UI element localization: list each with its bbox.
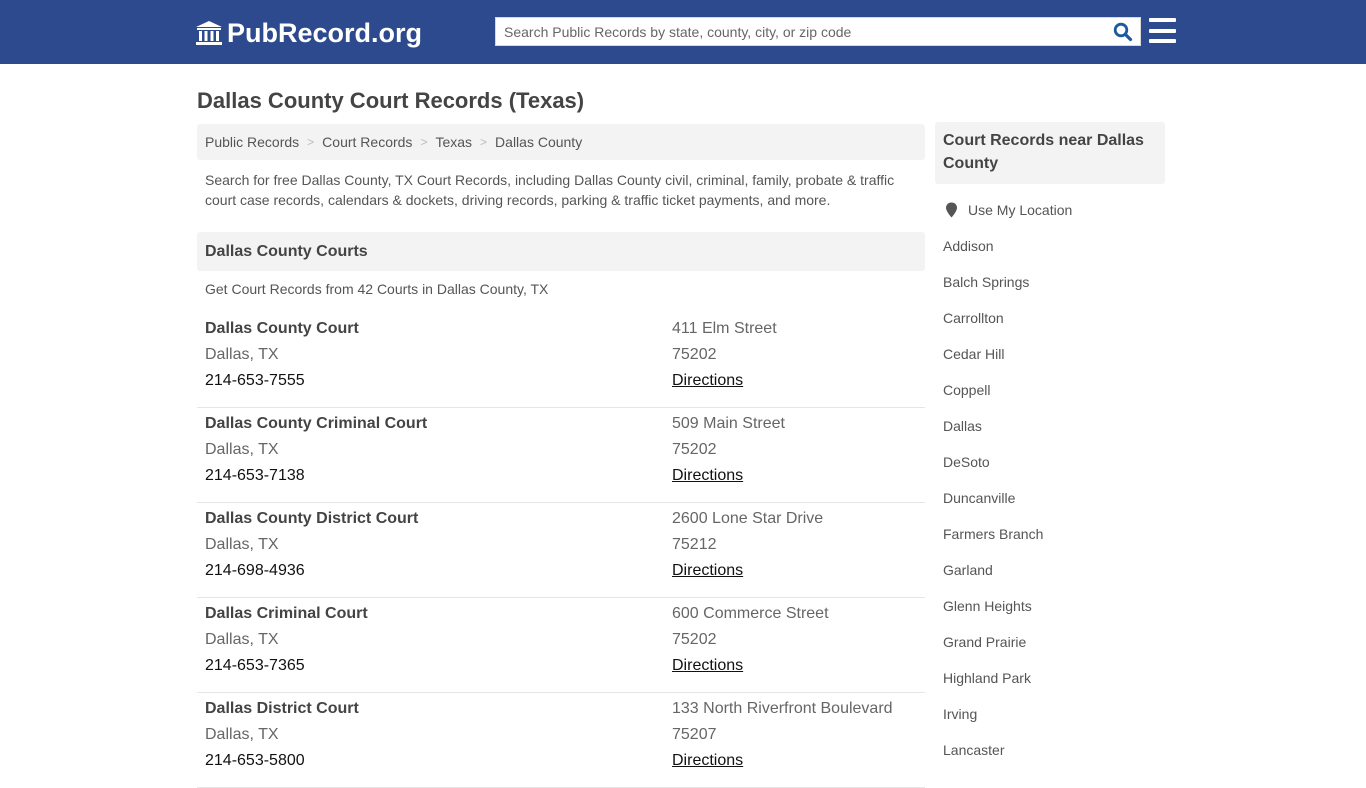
court-city: Dallas, TX (205, 726, 279, 743)
sidebar-city-grand-prairie[interactable]: Grand Prairie (943, 634, 1026, 650)
court-address: 600 Commerce Street (672, 605, 829, 622)
court-list-item: Dallas District Court Dallas, TX 214-653… (197, 693, 925, 788)
courts-section-subheading: Get Court Records from 42 Courts in Dall… (205, 281, 549, 297)
sidebar-city-item: Cedar Hill (935, 336, 1165, 372)
sidebar-city-duncanville[interactable]: Duncanville (943, 490, 1015, 506)
court-zip: 75212 (672, 536, 717, 553)
directions-link[interactable]: Directions (672, 467, 743, 484)
court-zip: 75202 (672, 441, 717, 458)
sidebar-city-addison[interactable]: Addison (943, 238, 994, 254)
sidebar-city-balch-springs[interactable]: Balch Springs (943, 274, 1029, 290)
courts-section-heading: Dallas County Courts (197, 232, 925, 271)
court-name: Dallas Criminal Court (205, 605, 368, 622)
directions-link[interactable]: Directions (672, 752, 743, 769)
sidebar-city-dallas[interactable]: Dallas (943, 418, 982, 434)
menu-bar-line (1149, 39, 1176, 43)
sidebar-city-item: Highland Park (935, 660, 1165, 696)
sidebar: Court Records near Dallas County Use My … (935, 122, 1165, 768)
page-title: Dallas County Court Records (Texas) (197, 88, 585, 113)
sidebar-city-irving[interactable]: Irving (943, 706, 977, 722)
breadcrumb-court-records[interactable]: Court Records (322, 134, 412, 150)
sidebar-city-item: Farmers Branch (935, 516, 1165, 552)
sidebar-city-item: Grand Prairie (935, 624, 1165, 660)
court-phone: 214-653-7365 (205, 657, 305, 674)
breadcrumb-separator: > (307, 135, 315, 149)
sidebar-city-garland[interactable]: Garland (943, 562, 993, 578)
breadcrumb-separator: > (480, 135, 488, 149)
nearby-cities-list: Addison Balch Springs Carrollton Cedar H… (935, 228, 1165, 768)
breadcrumb: Public Records > Court Records > Texas >… (197, 124, 925, 160)
court-list-item: Dallas County Criminal Court Dallas, TX … (197, 408, 925, 503)
court-address: 133 North Riverfront Boulevard (672, 700, 893, 717)
court-zip: 75202 (672, 346, 717, 363)
map-pin-icon (946, 202, 957, 218)
sidebar-city-carrollton[interactable]: Carrollton (943, 310, 1004, 326)
sidebar-city-glenn-heights[interactable]: Glenn Heights (943, 598, 1032, 614)
court-phone: 214-653-7555 (205, 372, 305, 389)
sidebar-city-highland-park[interactable]: Highland Park (943, 670, 1031, 686)
search-input[interactable] (496, 18, 1106, 45)
use-my-location-link[interactable]: Use My Location (935, 192, 1165, 228)
court-list-item: Dallas County Court Dallas, TX 214-653-7… (197, 313, 925, 408)
court-list-item: Dallas Criminal Court Dallas, TX 214-653… (197, 598, 925, 693)
use-my-location-label: Use My Location (968, 202, 1073, 218)
court-name: Dallas County District Court (205, 510, 419, 527)
sidebar-city-farmers-branch[interactable]: Farmers Branch (943, 526, 1043, 542)
breadcrumb-texas[interactable]: Texas (435, 134, 472, 150)
sidebar-city-desoto[interactable]: DeSoto (943, 454, 990, 470)
menu-bar-line (1149, 18, 1176, 22)
sidebar-city-item: Irving (935, 696, 1165, 732)
court-phone: 214-653-5800 (205, 752, 305, 769)
court-city: Dallas, TX (205, 346, 279, 363)
sidebar-city-cedar-hill[interactable]: Cedar Hill (943, 346, 1004, 362)
court-name: Dallas District Court (205, 700, 359, 717)
site-logo-link[interactable]: PubRecord.org (195, 17, 422, 49)
court-city: Dallas, TX (205, 441, 279, 458)
directions-link[interactable]: Directions (672, 562, 743, 579)
courthouse-icon (196, 21, 222, 45)
court-name: Dallas County Criminal Court (205, 415, 428, 432)
sidebar-city-item: Addison (935, 228, 1165, 264)
court-name: Dallas County Court (205, 320, 359, 337)
menu-bar-line (1149, 28, 1176, 33)
top-navigation-bar: PubRecord.org (0, 0, 1366, 64)
intro-text: Search for free Dallas County, TX Court … (205, 172, 895, 208)
breadcrumb-separator: > (420, 135, 428, 149)
sidebar-city-item: Carrollton (935, 300, 1165, 336)
sidebar-city-item: Coppell (935, 372, 1165, 408)
sidebar-city-item: DeSoto (935, 444, 1165, 480)
court-phone: 214-653-7138 (205, 467, 305, 484)
logo-text: PubRecord.org (227, 17, 423, 48)
sidebar-city-lancaster[interactable]: Lancaster (943, 742, 1004, 758)
sidebar-city-item: Duncanville (935, 480, 1165, 516)
search-button[interactable] (1106, 18, 1140, 45)
sidebar-city-coppell[interactable]: Coppell (943, 382, 990, 398)
hamburger-menu-icon[interactable] (1149, 18, 1176, 43)
sidebar-city-item: Lancaster (935, 732, 1165, 768)
sidebar-heading: Court Records near Dallas County (935, 122, 1165, 184)
court-address: 411 Elm Street (672, 320, 777, 337)
search-bar (495, 17, 1141, 46)
breadcrumb-dallas-county[interactable]: Dallas County (495, 134, 582, 150)
sidebar-city-item: Garland (935, 552, 1165, 588)
court-address: 509 Main Street (672, 415, 785, 432)
court-city: Dallas, TX (205, 536, 279, 553)
court-phone: 214-698-4936 (205, 562, 305, 579)
breadcrumb-public-records[interactable]: Public Records (205, 134, 299, 150)
court-list-item: Dallas County District Court Dallas, TX … (197, 503, 925, 598)
search-icon (1113, 22, 1133, 41)
court-zip: 75207 (672, 726, 717, 743)
court-zip: 75202 (672, 631, 717, 648)
directions-link[interactable]: Directions (672, 657, 743, 674)
sidebar-city-item: Balch Springs (935, 264, 1165, 300)
court-address: 2600 Lone Star Drive (672, 510, 824, 527)
directions-link[interactable]: Directions (672, 372, 743, 389)
sidebar-city-item: Dallas (935, 408, 1165, 444)
court-list: Dallas County Court Dallas, TX 214-653-7… (197, 313, 925, 788)
court-city: Dallas, TX (205, 631, 279, 648)
sidebar-city-item: Glenn Heights (935, 588, 1165, 624)
